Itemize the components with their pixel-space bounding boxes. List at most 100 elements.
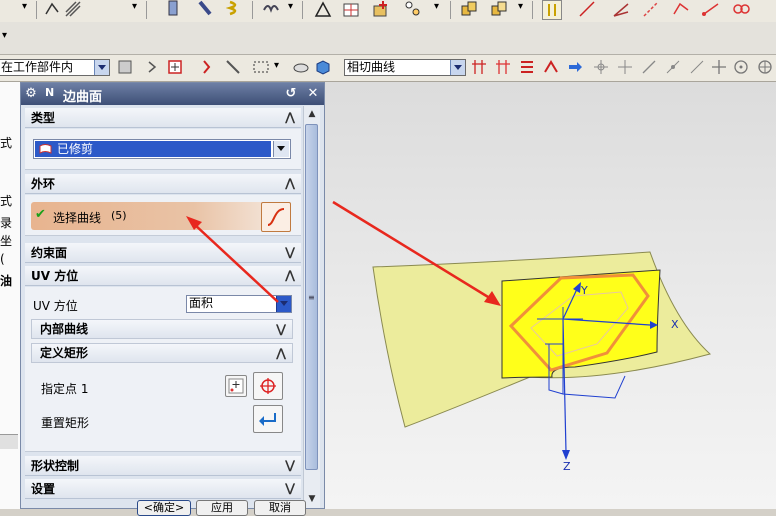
sketch-curve-icon[interactable] [44, 0, 62, 18]
dropdown-chevron-icon[interactable]: ▾ [132, 1, 137, 12]
chevron-down-icon[interactable] [273, 141, 289, 157]
boolean-unite-icon[interactable] [460, 0, 478, 18]
intersect-curve-icon[interactable] [470, 58, 488, 76]
dropdown-chevron-icon[interactable]: ▾ [518, 1, 523, 12]
close-icon[interactable]: ✕ [305, 86, 321, 102]
point-dialog-button[interactable] [225, 375, 247, 397]
scope-filter-dropdown[interactable]: 在工作部件内 [0, 59, 110, 76]
internal-curves-header[interactable]: 内部曲线 ⋁ [31, 319, 293, 339]
reset-rect-button[interactable] [253, 405, 283, 433]
filter-settings-icon[interactable] [116, 58, 134, 76]
line-icon[interactable] [578, 0, 596, 18]
section-settings-header[interactable]: 设置 ⋁ [25, 479, 301, 499]
uv-orientation-dropdown[interactable]: 面积 [186, 295, 292, 313]
circle-chain-icon[interactable] [732, 0, 750, 18]
snap-perp-icon[interactable] [688, 58, 706, 76]
stub-text: 坐 [0, 234, 13, 248]
dialog-scrollbar[interactable]: ▲ ≡ ▼ [303, 106, 320, 508]
pen-icon[interactable] [196, 0, 214, 18]
snap-tangent-icon[interactable] [664, 58, 682, 76]
curve-group-icon[interactable] [518, 58, 536, 76]
define-rect-header[interactable]: 定义矩形 ⋀ [31, 343, 293, 363]
section-uv-header[interactable]: UV 方位 ⋀ [25, 266, 301, 286]
main-toolbar: ▾ ▾ ▾ ▾ ▾ [0, 0, 776, 23]
scope-filter-value: 在工作部件内 [1, 60, 74, 74]
deselect-icon[interactable] [224, 58, 242, 76]
chevron-up-icon[interactable]: ⋀ [283, 110, 297, 124]
point-snap-button[interactable] [253, 372, 283, 400]
pattern-icon[interactable] [404, 0, 422, 18]
chevron-down-icon[interactable]: ⋁ [283, 481, 297, 495]
section-title: 约束面 [31, 246, 68, 260]
rectangle-select-icon[interactable] [252, 58, 270, 76]
boolean-subtract-icon[interactable] [490, 0, 508, 18]
polyline-icon[interactable] [672, 0, 690, 18]
gear-icon[interactable]: ⚙ [23, 86, 39, 102]
chevron-up-icon[interactable]: ⋀ [283, 268, 297, 282]
grip-icon: ≡ [308, 293, 315, 302]
chevron-up-icon[interactable]: ⋀ [283, 176, 297, 190]
eraser-icon[interactable] [292, 58, 310, 76]
chevron-down-icon[interactable] [450, 60, 465, 75]
snap-center-icon[interactable] [732, 58, 750, 76]
dropdown-chevron-icon[interactable]: ▾ [434, 1, 439, 12]
coil-icon[interactable] [262, 0, 280, 18]
scroll-up-icon[interactable]: ▲ [305, 107, 319, 121]
grid-table-icon[interactable] [342, 0, 360, 18]
chevron-down-icon[interactable]: ⋁ [283, 245, 297, 259]
chevron-down-icon[interactable]: ⋁ [283, 458, 297, 472]
s-curve-icon [267, 208, 285, 226]
snap-point-icon[interactable] [592, 58, 610, 76]
spring-icon[interactable] [226, 0, 244, 18]
section-shape-control-header[interactable]: 形状控制 ⋁ [25, 456, 301, 476]
arc-icon[interactable] [642, 0, 660, 18]
add-feature-icon[interactable] [372, 0, 390, 18]
next-arrow-icon[interactable] [566, 58, 584, 76]
section-title: 外环 [31, 177, 56, 191]
section-title: UV 方位 [31, 269, 79, 283]
cancel-button[interactable]: 取消 [254, 500, 306, 516]
select-curve-row[interactable]: ✔ 选择曲线 (5) [31, 202, 263, 230]
section-type-header[interactable]: 类型 ⋀ [25, 108, 301, 128]
cube-icon[interactable] [314, 58, 332, 76]
graphics-viewport[interactable]: Y X Z [325, 82, 776, 509]
chevron-up-icon[interactable]: ⋀ [274, 346, 288, 360]
select-box-icon[interactable] [166, 58, 184, 76]
snap-mid-icon[interactable] [616, 58, 634, 76]
curve-rule-dropdown[interactable]: 相切曲线 [344, 59, 466, 76]
apply-button[interactable]: 应用 [196, 500, 248, 516]
chevron-down-icon[interactable]: ⋁ [274, 322, 288, 336]
chain-link-icon[interactable] [542, 0, 562, 20]
snap-cross-icon[interactable] [710, 58, 728, 76]
scrollbar-thumb[interactable]: ≡ [305, 124, 318, 470]
dialog-titlebar[interactable]: ⚙ N 边曲面 ↺ ✕ [21, 83, 324, 105]
curve-rule-value: 相切曲线 [347, 60, 396, 74]
dropdown-chevron-icon[interactable]: ▾ [2, 30, 7, 41]
hatch-icon[interactable] [64, 0, 82, 18]
uv-orientation-label: UV 方位 [33, 299, 78, 313]
scroll-down-icon[interactable]: ▼ [305, 492, 319, 506]
triangle-icon[interactable] [314, 0, 332, 18]
snap-end-icon[interactable] [640, 58, 658, 76]
chevron-down-icon[interactable] [276, 296, 291, 312]
type-selected-label: 已修剪 [57, 142, 94, 156]
section-outer-loop-header[interactable]: 外环 ⋀ [25, 174, 301, 194]
ok-button[interactable]: <确定> [137, 500, 191, 516]
type-dropdown[interactable]: 已修剪 [33, 139, 291, 159]
cylinder-icon[interactable] [164, 0, 182, 18]
section-title: 形状控制 [31, 459, 80, 473]
dropdown-chevron-icon[interactable]: ▾ [288, 1, 293, 12]
section-constraint-face-header[interactable]: 约束面 ⋁ [25, 243, 301, 263]
snap-icon[interactable] [200, 58, 218, 76]
dropdown-chevron-icon[interactable]: ▾ [274, 60, 279, 71]
chevron-down-icon[interactable] [94, 60, 109, 75]
reset-icon[interactable]: ↺ [283, 86, 299, 102]
snap-quadrant-icon[interactable] [756, 58, 774, 76]
point-line-icon[interactable] [702, 0, 720, 18]
select-arrow-icon[interactable] [146, 58, 164, 76]
angle-icon[interactable] [612, 0, 630, 18]
dropdown-chevron-icon[interactable]: ▾ [22, 1, 27, 12]
chain-select-icon[interactable] [542, 58, 560, 76]
curve-rule-button[interactable] [261, 202, 291, 232]
parallel-curve-icon[interactable] [494, 58, 512, 76]
